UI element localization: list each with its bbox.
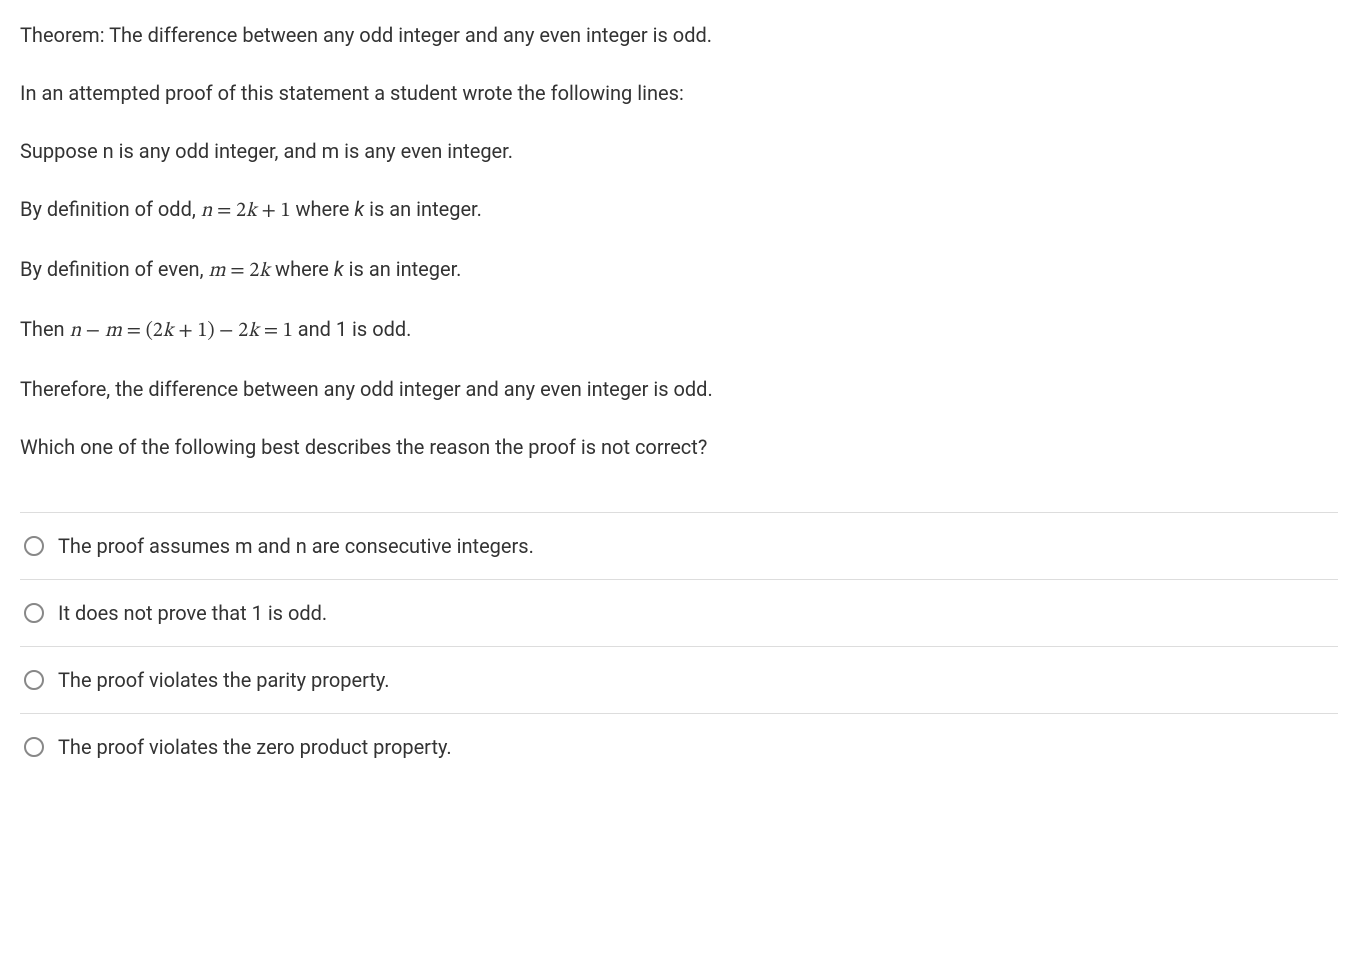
text: where <box>270 257 334 281</box>
question-stem: Theorem: The difference between any odd … <box>20 20 1338 462</box>
proof-line-suppose: Suppose n is any odd integer, and m is a… <box>20 136 1338 166</box>
variable-k: k <box>354 197 364 221</box>
proof-conclusion: Therefore, the difference between any od… <box>20 374 1338 404</box>
text: where <box>291 197 355 221</box>
option-label: The proof violates the parity property. <box>58 665 1330 695</box>
answer-options: The proof assumes m and n are consecutiv… <box>20 512 1338 780</box>
option-c[interactable]: The proof violates the parity property. <box>20 647 1338 714</box>
math-expression: n − m = (2k + 1) − 2k = 1 <box>70 321 293 341</box>
theorem-statement: Theorem: The difference between any odd … <box>20 20 1338 50</box>
question-prompt: Which one of the following best describe… <box>20 432 1338 462</box>
option-a[interactable]: The proof assumes m and n are consecutiv… <box>20 513 1338 580</box>
math-expression: m = 2k <box>209 261 271 281</box>
radio-icon <box>24 603 44 623</box>
option-label: It does not prove that 1 is odd. <box>58 598 1330 628</box>
text: is an integer. <box>344 257 462 281</box>
proof-line-difference: Then n − m = (2k + 1) − 2k = 1 and 1 is … <box>20 314 1338 346</box>
text: Then <box>20 317 70 341</box>
proof-line-even-def: By definition of even, m = 2k where k is… <box>20 254 1338 286</box>
proof-line-odd-def: By definition of odd, n = 2k + 1 where k… <box>20 194 1338 226</box>
proof-intro: In an attempted proof of this statement … <box>20 78 1338 108</box>
option-b[interactable]: It does not prove that 1 is odd. <box>20 580 1338 647</box>
option-label: The proof violates the zero product prop… <box>58 732 1330 762</box>
radio-icon <box>24 536 44 556</box>
option-label: The proof assumes m and n are consecutiv… <box>58 531 1330 561</box>
option-d[interactable]: The proof violates the zero product prop… <box>20 714 1338 780</box>
text: By definition of odd, <box>20 197 201 221</box>
text: and 1 is odd. <box>293 317 412 341</box>
math-expression: n = 2k + 1 <box>201 201 291 221</box>
radio-icon <box>24 670 44 690</box>
text: is an integer. <box>364 197 482 221</box>
radio-icon <box>24 737 44 757</box>
text: By definition of even, <box>20 257 209 281</box>
variable-k: k <box>334 257 344 281</box>
